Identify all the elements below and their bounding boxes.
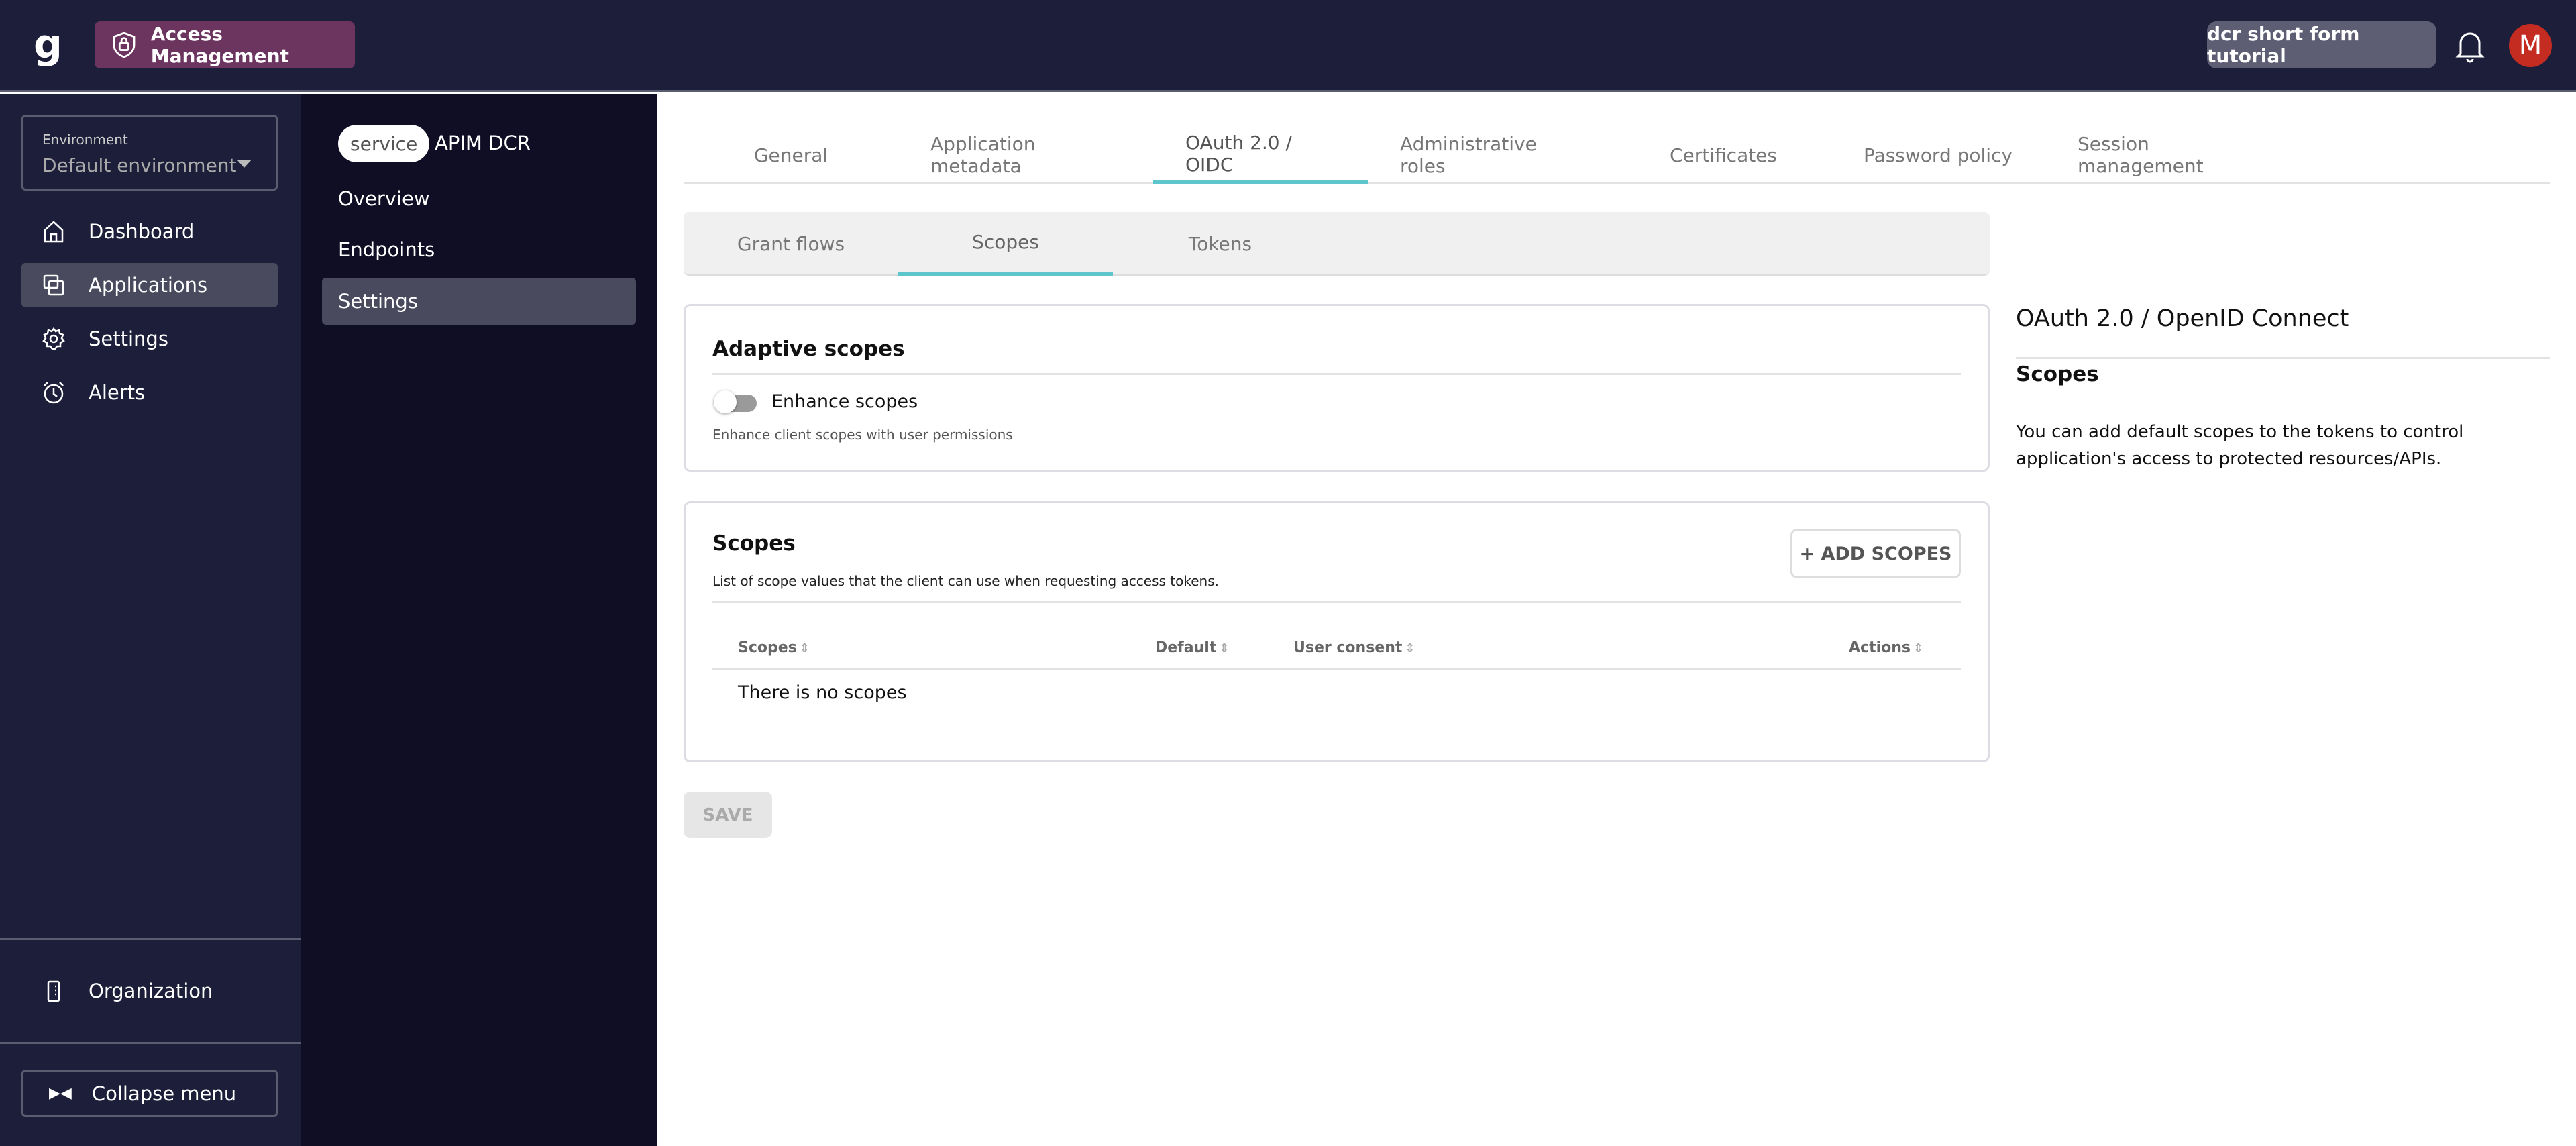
sort-icon: ⇕	[1219, 641, 1230, 656]
environment-chip[interactable]: dcr short form tutorial	[2207, 21, 2436, 68]
empty-message: There is no scopes	[738, 682, 907, 703]
gravitee-logo-icon[interactable]: g	[34, 24, 62, 68]
oauth-subtabs: Grant flows Scopes Tokens	[684, 212, 1990, 276]
settings-tabs: General Application metadata OAuth 2.0 /…	[684, 127, 2550, 184]
collapse-label: Collapse menu	[91, 1082, 237, 1105]
building-icon	[47, 980, 60, 1002]
card-title: Scopes	[712, 531, 796, 556]
table-divider	[712, 668, 1961, 670]
chevron-down-icon	[237, 160, 252, 168]
subnav-item-endpoints[interactable]: Endpoints	[322, 226, 636, 273]
sidebar-item-organization[interactable]: Organization	[21, 969, 278, 1013]
help-title: OAuth 2.0 / OpenID Connect	[2016, 305, 2349, 332]
collapse-menu-button[interactable]: ▶◀ Collapse menu	[21, 1070, 278, 1117]
tab-application-metadata[interactable]: Application metadata	[898, 127, 1153, 183]
save-button[interactable]: SAVE	[684, 792, 772, 838]
subnav-item-overview[interactable]: Overview	[322, 175, 636, 222]
avatar[interactable]: M	[2509, 24, 2552, 67]
divider	[2016, 357, 2550, 359]
environment-label: Environment	[42, 132, 128, 148]
sidebar-item-settings[interactable]: Settings	[21, 317, 278, 361]
top-bar: g Access Management dcr short form tutor…	[0, 0, 2576, 92]
divider	[712, 373, 1961, 375]
column-header-user-consent[interactable]: User consent ⇕	[1293, 639, 1415, 656]
tab-session-management[interactable]: Session management	[2045, 127, 2300, 183]
shield-lock-icon	[113, 32, 136, 58]
column-header-actions[interactable]: Actions ⇕	[1849, 639, 1923, 656]
tab-administrative-roles[interactable]: Administrative roles	[1368, 127, 1616, 183]
card-title: Adaptive scopes	[712, 337, 905, 361]
tab-certificates[interactable]: Certificates	[1616, 127, 1831, 183]
product-switcher[interactable]: Access Management	[95, 21, 355, 68]
collapse-icon: ▶◀	[49, 1085, 72, 1102]
bell-icon[interactable]	[2455, 27, 2485, 64]
toggle-label: Enhance scopes	[771, 391, 918, 412]
enhance-scopes-toggle[interactable]	[714, 390, 758, 413]
subtab-scopes[interactable]: Scopes	[898, 212, 1113, 276]
help-subtitle: Scopes	[2016, 362, 2099, 386]
subnav-item-settings[interactable]: Settings	[322, 278, 636, 325]
app-name: APIM DCR	[435, 132, 531, 154]
sidebar-item-alerts[interactable]: Alerts	[21, 370, 278, 415]
divider	[712, 601, 1961, 603]
subtab-tokens[interactable]: Tokens	[1113, 212, 1328, 276]
tab-password-policy[interactable]: Password policy	[1831, 127, 2045, 183]
sort-icon: ⇕	[1913, 641, 1924, 656]
column-header-default[interactable]: Default ⇕	[1155, 639, 1229, 656]
sidebar-item-label: Organization	[89, 980, 213, 1002]
sidebar-item-label: Alerts	[89, 381, 146, 404]
tab-oauth-oidc[interactable]: OAuth 2.0 / OIDC	[1153, 127, 1368, 184]
toggle-help: Enhance client scopes with user permissi…	[712, 427, 1013, 443]
app-type-badge: service	[338, 125, 430, 162]
tab-general[interactable]: General	[684, 127, 898, 183]
scopes-card: Scopes List of scope values that the cli…	[684, 501, 1990, 762]
scopes-description: List of scope values that the client can…	[712, 573, 1219, 589]
sidebar-divider	[0, 938, 301, 940]
sort-icon: ⇕	[799, 641, 810, 656]
home-icon	[44, 221, 64, 243]
applications-icon	[43, 274, 64, 296]
product-name: Access Management	[150, 23, 289, 67]
column-header-scopes[interactable]: Scopes ⇕	[738, 639, 810, 656]
subtab-grant-flows[interactable]: Grant flows	[684, 212, 898, 276]
sidebar-divider	[0, 1042, 301, 1044]
sidebar-item-applications[interactable]: Applications	[21, 263, 278, 307]
environment-value: Default environment	[42, 154, 237, 176]
alarm-icon	[44, 382, 64, 404]
sidebar: Environment Default environment Dashboar…	[0, 94, 301, 1146]
sidebar-item-label: Settings	[89, 327, 168, 350]
sidebar-item-dashboard[interactable]: Dashboard	[21, 209, 278, 254]
add-scopes-button[interactable]: + ADD SCOPES	[1790, 529, 1961, 578]
application-nav: service APIM DCR Overview Endpoints Sett…	[301, 94, 657, 1146]
environment-select[interactable]: Environment Default environment	[21, 115, 278, 191]
sort-icon: ⇕	[1405, 641, 1415, 656]
adaptive-scopes-card: Adaptive scopes Enhance scopes Enhance c…	[684, 304, 1990, 472]
sidebar-item-label: Dashboard	[89, 220, 195, 243]
help-text: You can add default scopes to the tokens…	[2016, 422, 2464, 469]
sidebar-item-label: Applications	[89, 274, 208, 297]
gear-icon	[42, 327, 65, 350]
